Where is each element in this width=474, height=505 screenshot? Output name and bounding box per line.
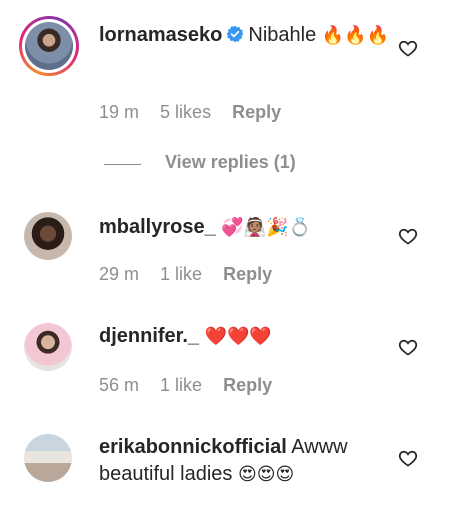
- heart-outline-icon[interactable]: [398, 226, 418, 246]
- comment-username[interactable]: erikabonnickofficial: [99, 436, 287, 458]
- comment-likes[interactable]: 5 likes: [160, 102, 211, 122]
- comment-time: 56 m: [99, 375, 140, 395]
- comments-panel: lornamaseko Nibahle 🔥🔥🔥 19 m 5 likes Repl…: [0, 0, 474, 505]
- avatar[interactable]: [24, 212, 72, 260]
- comment-username[interactable]: mballyrose_: [99, 216, 216, 238]
- comment-text: Nibahle: [248, 24, 317, 46]
- comment-emojis: ❤️❤️❤️: [204, 326, 272, 347]
- verified-badge-icon: [227, 25, 244, 43]
- view-replies-label[interactable]: View replies (1): [165, 152, 296, 173]
- avatar[interactable]: [24, 434, 72, 482]
- avatar[interactable]: [19, 16, 79, 76]
- reply-button[interactable]: Reply: [223, 264, 272, 284]
- reply-button[interactable]: Reply: [232, 102, 281, 122]
- comment-emojis: 😍😍😍: [238, 464, 295, 485]
- comment-time: 29 m: [99, 264, 140, 284]
- avatar[interactable]: [24, 323, 72, 371]
- heart-outline-icon[interactable]: [398, 448, 418, 468]
- comment-emojis: 💞👰🏽🎉💍: [221, 217, 311, 238]
- heart-outline-icon[interactable]: [398, 337, 418, 357]
- divider-line: [104, 164, 141, 165]
- comment-time: 19 m: [99, 102, 140, 122]
- comment-likes[interactable]: 1 like: [160, 264, 202, 284]
- heart-outline-icon[interactable]: [398, 38, 418, 58]
- comment-likes[interactable]: 1 like: [160, 375, 202, 395]
- comment-username[interactable]: lornamaseko: [99, 24, 222, 46]
- comment-emojis: 🔥🔥🔥: [321, 25, 390, 46]
- reply-button[interactable]: Reply: [223, 375, 272, 395]
- comment-username[interactable]: djennifer._: [99, 325, 199, 347]
